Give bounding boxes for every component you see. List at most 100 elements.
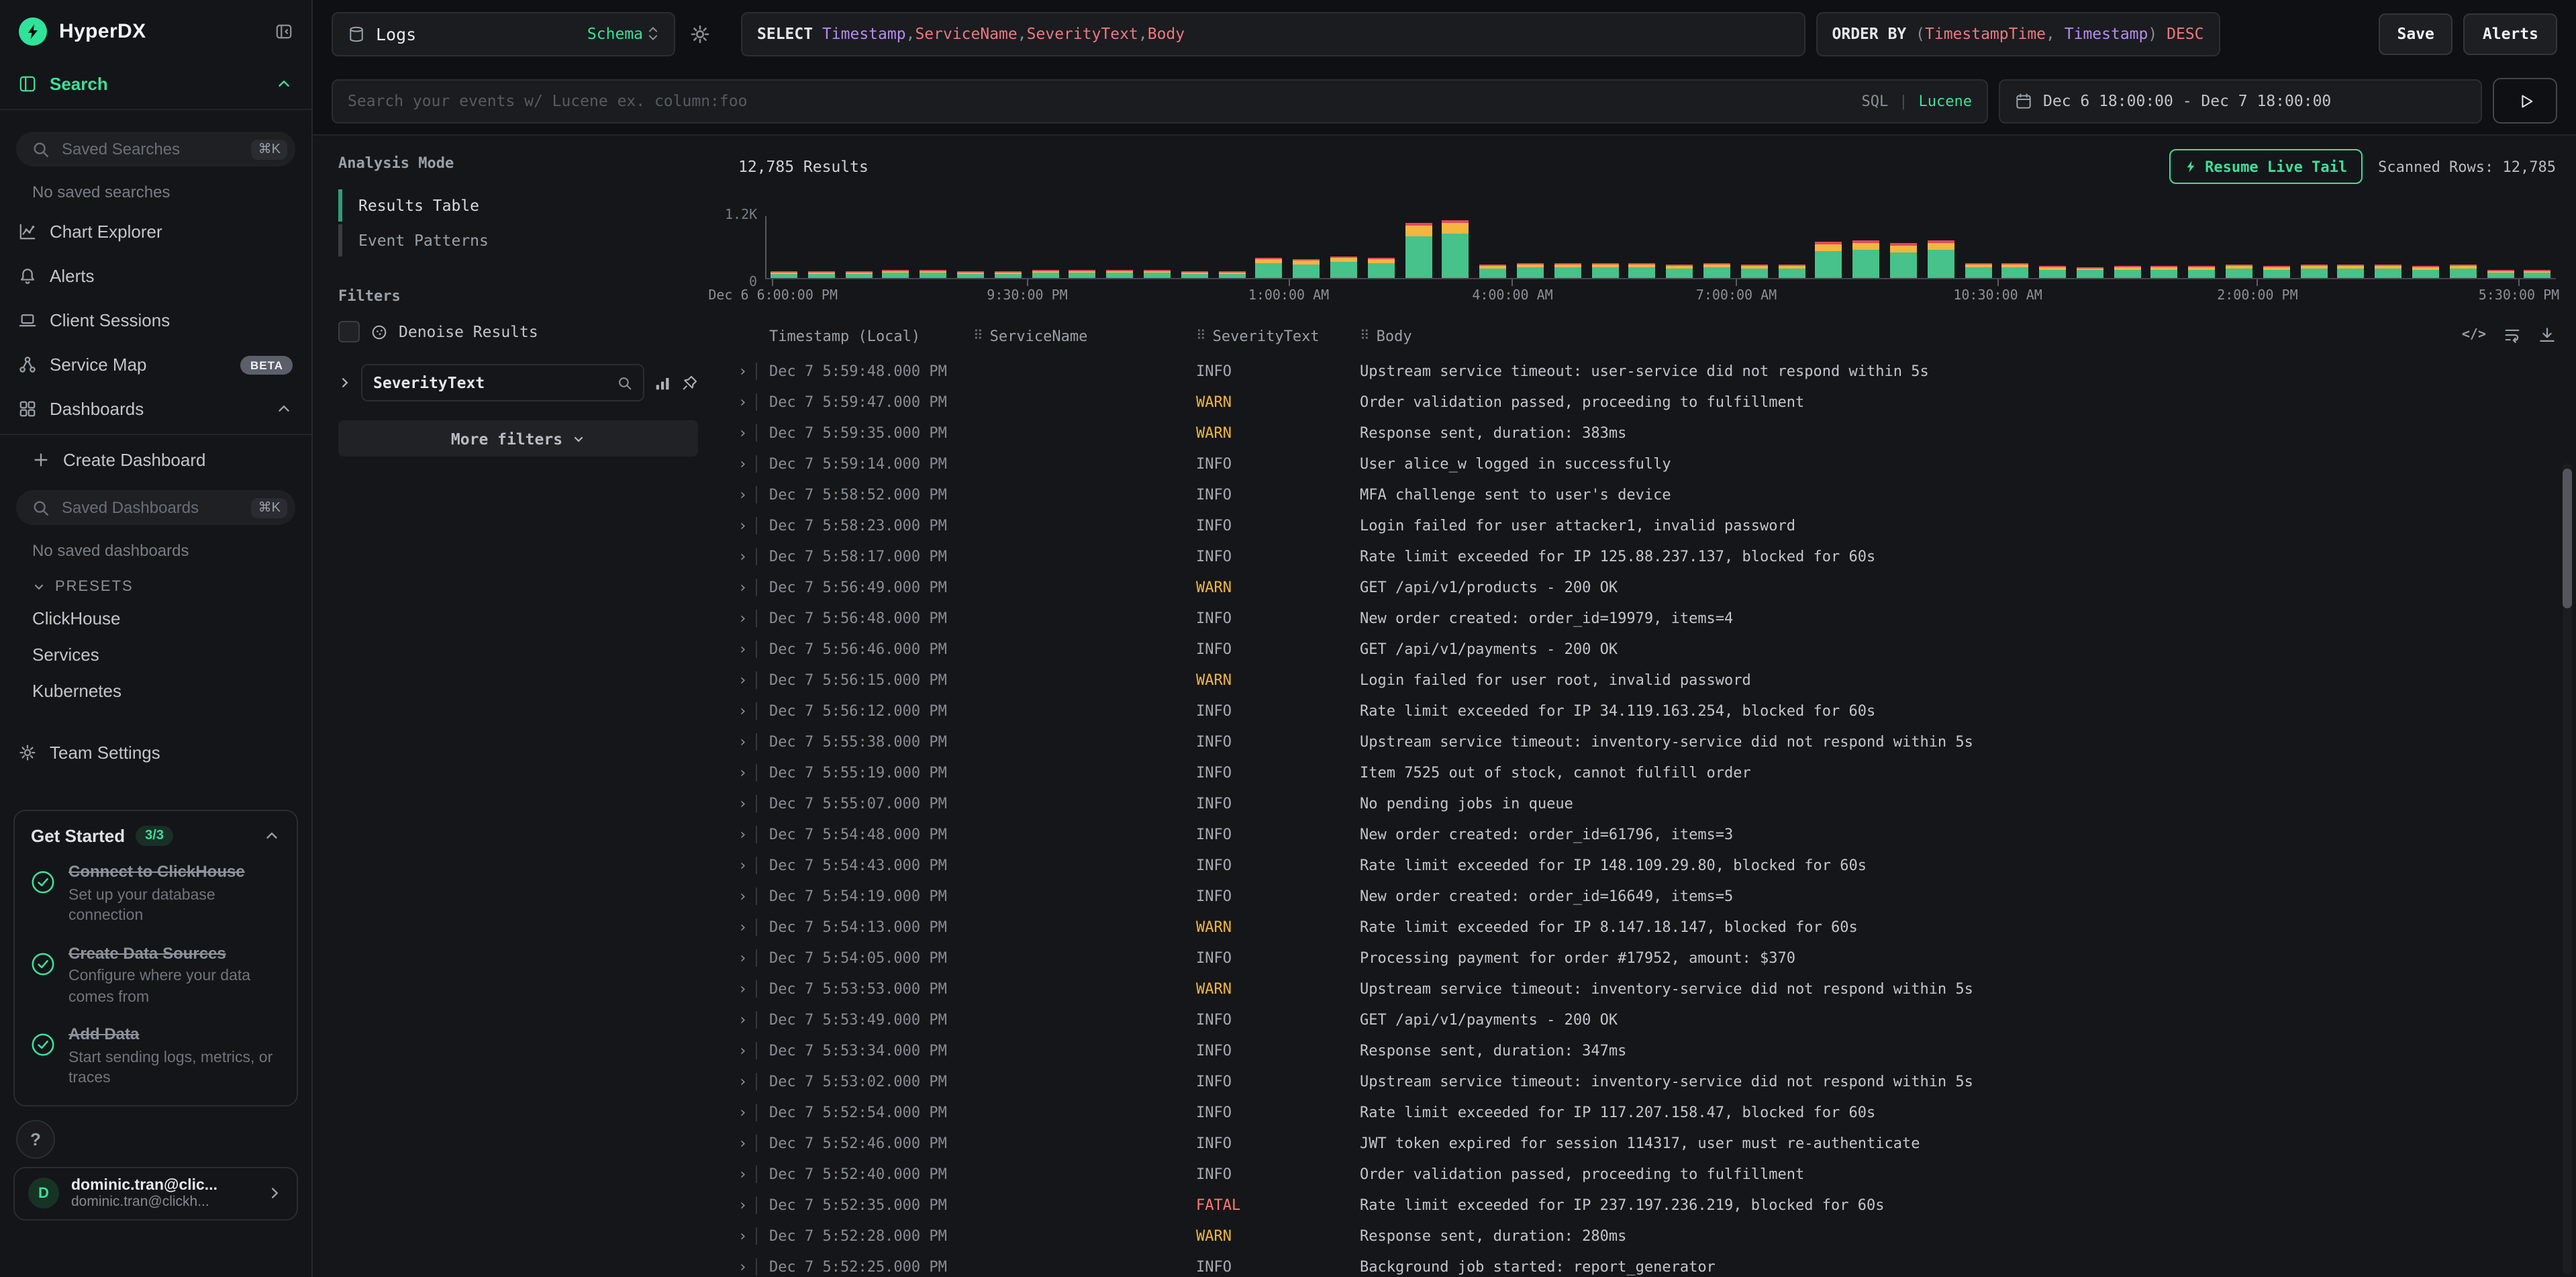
download-icon[interactable] [2538, 326, 2556, 344]
table-row[interactable]: ›Dec 7 5:52:28.000 PMWARNResponse sent, … [738, 1221, 2576, 1251]
table-row[interactable]: ›Dec 7 5:58:52.000 PMINFOMFA challenge s… [738, 479, 2576, 510]
histogram-bar[interactable] [1256, 258, 1283, 278]
table-row[interactable]: ›Dec 7 5:56:48.000 PMINFONew order creat… [738, 603, 2576, 634]
row-expand-chevron[interactable]: › [738, 1196, 756, 1214]
table-row[interactable]: ›Dec 7 5:56:12.000 PMINFORate limit exce… [738, 696, 2576, 726]
table-row[interactable]: ›Dec 7 5:59:35.000 PMWARNResponse sent, … [738, 418, 2576, 448]
run-query-button[interactable] [2493, 78, 2557, 124]
histogram-bar[interactable] [920, 270, 946, 278]
preset-clickhouse[interactable]: ClickHouse [0, 600, 311, 636]
table-row[interactable]: ›Dec 7 5:59:48.000 PMINFOUpstream servic… [738, 356, 2576, 387]
row-expand-chevron[interactable]: › [738, 702, 756, 720]
row-expand-chevron[interactable]: › [738, 1135, 756, 1152]
row-expand-chevron[interactable]: › [738, 579, 756, 596]
row-expand-chevron[interactable]: › [738, 671, 756, 689]
table-row[interactable]: ›Dec 7 5:59:14.000 PMINFOUser alice_w lo… [738, 448, 2576, 479]
get-started-step[interactable]: Add Data Start sending logs, metrics, or… [31, 1025, 281, 1090]
mode-results-table[interactable]: Results Table [338, 188, 698, 223]
drag-handle-icon[interactable]: ⠿ [1360, 329, 1370, 344]
histogram-bar[interactable] [1293, 259, 1320, 278]
histogram-bar[interactable] [2002, 263, 2029, 278]
get-started-step[interactable]: Connect to ClickHouse Set up your databa… [31, 862, 281, 927]
drag-handle-icon[interactable]: ⠿ [1196, 329, 1206, 344]
saved-searches-field[interactable] [59, 138, 242, 160]
preset-services[interactable]: Services [0, 636, 311, 673]
get-started-step[interactable]: Create Data Sources Configure where your… [31, 943, 281, 1008]
sidebar-item-client-sessions[interactable]: Client Sessions [0, 298, 311, 342]
sidebar-item-alerts[interactable]: Alerts [0, 254, 311, 298]
table-row[interactable]: ›Dec 7 5:52:54.000 PMINFORate limit exce… [738, 1097, 2576, 1128]
saved-dashboards-input[interactable]: ⌘K [16, 490, 295, 525]
table-row[interactable]: ›Dec 7 5:53:34.000 PMINFOResponse sent, … [738, 1035, 2576, 1066]
histogram-bar[interactable] [2300, 265, 2327, 278]
histogram-bar[interactable] [1778, 265, 1805, 278]
histogram-bar[interactable] [1703, 263, 1730, 278]
row-expand-chevron[interactable]: › [738, 1258, 756, 1276]
facet-severitytext[interactable]: SeverityText [361, 364, 644, 401]
row-expand-chevron[interactable]: › [738, 795, 756, 812]
row-expand-chevron[interactable]: › [738, 949, 756, 967]
histogram-bar[interactable] [2524, 270, 2551, 278]
lang-sql-toggle[interactable]: SQL [1862, 92, 1889, 109]
help-button[interactable]: ? [16, 1120, 55, 1159]
save-button[interactable]: Save [2379, 13, 2453, 54]
chevron-up-icon[interactable] [263, 827, 281, 845]
lang-lucene-toggle[interactable]: Lucene [1919, 92, 1973, 109]
profile-card[interactable]: D dominic.tran@clic... dominic.tran@clic… [13, 1167, 298, 1221]
histogram-bar[interactable] [1218, 271, 1245, 278]
row-expand-chevron[interactable]: › [738, 1227, 756, 1245]
histogram-bar[interactable] [957, 271, 984, 278]
histogram-bar[interactable] [1591, 263, 1618, 278]
pin-icon[interactable] [681, 374, 698, 391]
column-header-severitytext[interactable]: ⠿SeverityText [1196, 328, 1360, 345]
histogram-bar[interactable] [1666, 265, 1693, 278]
histogram-bar[interactable] [2487, 270, 2514, 278]
histogram-bar[interactable] [2114, 266, 2140, 278]
table-row[interactable]: ›Dec 7 5:54:48.000 PMINFONew order creat… [738, 819, 2576, 850]
histogram-bar[interactable] [1479, 265, 1506, 278]
more-filters-button[interactable]: More filters [338, 420, 698, 457]
table-row[interactable]: ›Dec 7 5:56:15.000 PMWARNLogin failed fo… [738, 665, 2576, 696]
column-header-timestamp[interactable]: Timestamp (Local) [769, 328, 973, 345]
table-row[interactable]: ›Dec 7 5:54:05.000 PMINFOProcessing paym… [738, 943, 2576, 974]
drag-handle-icon[interactable]: ⠿ [973, 329, 983, 344]
table-row[interactable]: ›Dec 7 5:52:46.000 PMINFOJWT token expir… [738, 1128, 2576, 1159]
histogram-bar[interactable] [2151, 266, 2178, 278]
histogram-bar[interactable] [1405, 223, 1432, 278]
column-header-body[interactable]: ⠿Body [1360, 328, 2556, 345]
histogram-bar[interactable] [1629, 263, 1656, 278]
histogram-bar[interactable] [1816, 242, 1842, 278]
chevron-right-icon[interactable] [338, 376, 352, 389]
saved-dashboards-field[interactable] [59, 497, 242, 518]
row-expand-chevron[interactable]: › [738, 610, 756, 627]
histogram-bar[interactable] [1368, 258, 1395, 278]
histogram-bar[interactable] [2039, 266, 2066, 278]
histogram-bar[interactable] [1144, 270, 1171, 278]
saved-searches-input[interactable]: ⌘K [16, 132, 295, 167]
histogram-bar[interactable] [1106, 270, 1133, 278]
histogram-bar[interactable] [2450, 265, 2477, 278]
schema-select[interactable]: Schema [587, 24, 659, 43]
table-row[interactable]: ›Dec 7 5:53:49.000 PMINFOGET /api/v1/pay… [738, 1004, 2576, 1035]
source-select[interactable]: Logs Schema [332, 11, 675, 56]
scrollbar-thumb[interactable] [2563, 469, 2572, 608]
table-row[interactable]: ›Dec 7 5:56:46.000 PMINFOGET /api/v1/pay… [738, 634, 2576, 665]
histogram-bar[interactable] [883, 270, 909, 278]
row-expand-chevron[interactable]: › [738, 1073, 756, 1090]
alerts-button[interactable]: Alerts [2464, 13, 2557, 54]
row-expand-chevron[interactable]: › [738, 455, 756, 473]
sidebar-item-chart-explorer[interactable]: Chart Explorer [0, 209, 311, 254]
denoise-checkbox[interactable] [338, 321, 360, 342]
date-range-picker[interactable]: Dec 6 18:00:00 - Dec 7 18:00:00 [1999, 79, 2482, 123]
presets-toggle[interactable]: PRESETS [0, 568, 311, 600]
histogram-bar[interactable] [808, 271, 835, 278]
row-expand-chevron[interactable]: › [738, 1011, 756, 1029]
table-row[interactable]: ›Dec 7 5:52:40.000 PMINFOOrder validatio… [738, 1159, 2576, 1190]
histogram-bar[interactable] [771, 271, 797, 278]
row-expand-chevron[interactable]: › [738, 517, 756, 534]
table-row[interactable]: ›Dec 7 5:53:53.000 PMWARNUpstream servic… [738, 974, 2576, 1004]
row-expand-chevron[interactable]: › [738, 826, 756, 843]
row-expand-chevron[interactable]: › [738, 857, 756, 874]
table-row[interactable]: ›Dec 7 5:52:25.000 PMINFOBackground job … [738, 1251, 2576, 1277]
histogram-bar[interactable] [1442, 220, 1469, 278]
